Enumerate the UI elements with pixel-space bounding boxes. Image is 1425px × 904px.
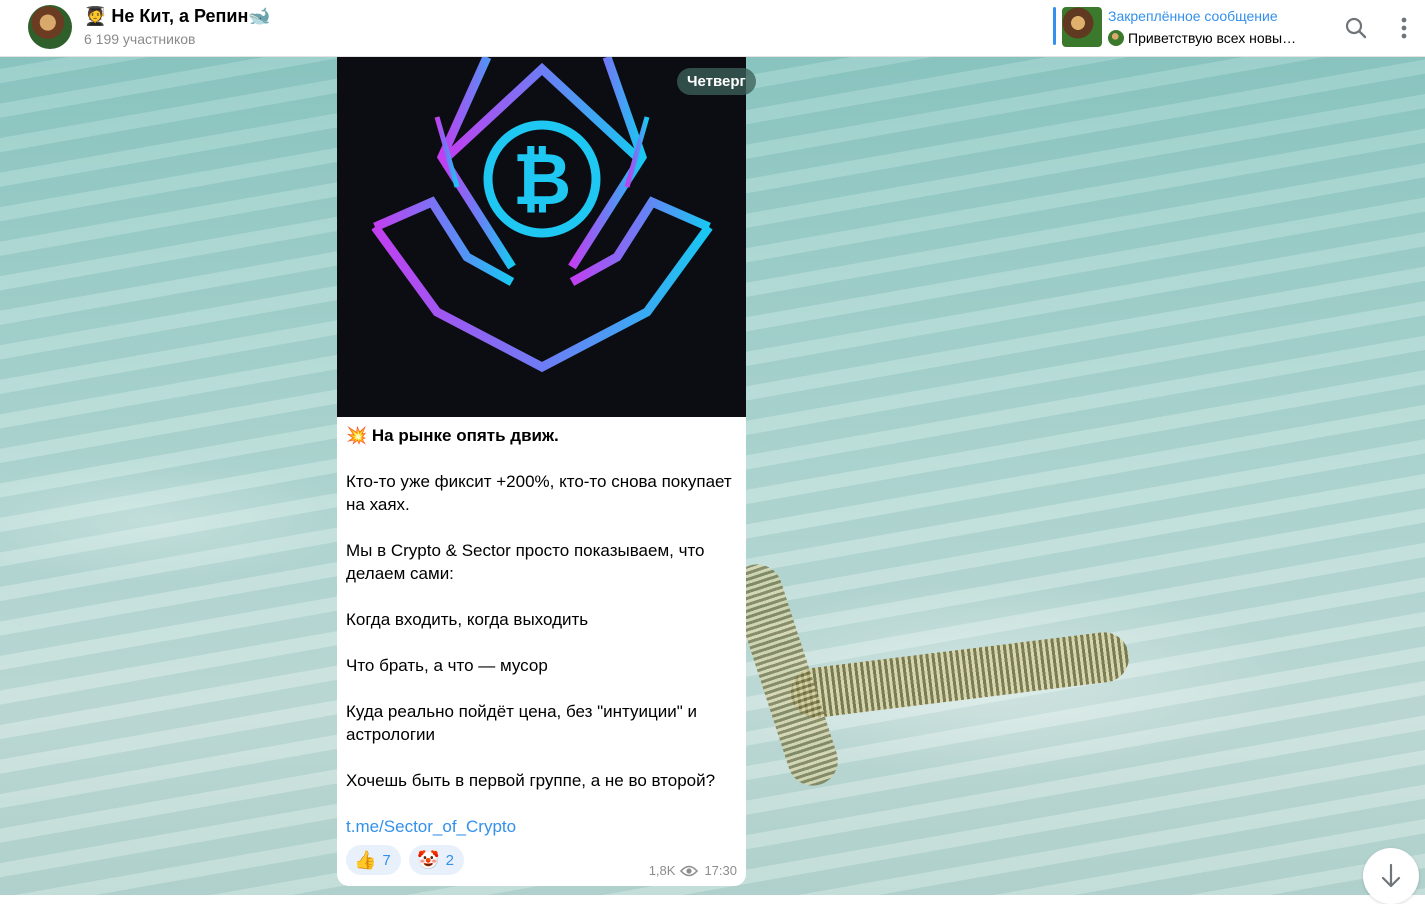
view-count: 1,8K <box>648 863 676 878</box>
reaction-count: 2 <box>445 851 454 869</box>
message-paragraph: Хочешь быть в первой группе, а не во вто… <box>346 771 716 790</box>
more-vertical-icon <box>1401 17 1407 39</box>
message-paragraph: Куда реально пойдёт цена, без "интуиции"… <box>346 702 697 744</box>
message-paragraph: Мы в Crypto & Sector просто показываем, … <box>346 541 705 583</box>
message-time: 17:30 <box>704 863 737 878</box>
message-paragraph: Когда входить, когда выходить <box>346 610 589 629</box>
arrow-down-icon <box>1381 863 1401 888</box>
clown-icon: 🤡 <box>417 849 440 870</box>
search-icon <box>1345 17 1367 39</box>
more-button[interactable] <box>1390 14 1418 42</box>
thumbs-up-icon: 👍 <box>354 849 377 870</box>
message-text: 💥 На рынке опять движ. Кто-то уже фиксит… <box>346 424 741 838</box>
chat-avatar[interactable] <box>28 5 72 49</box>
pinned-thumbnail[interactable] <box>1062 7 1102 47</box>
pinned-title[interactable]: Закреплённое сообщение <box>1108 8 1278 24</box>
scroll-down-button[interactable] <box>1363 848 1419 904</box>
message-link[interactable]: t.me/Sector_of_Crypto <box>346 817 516 836</box>
message-paragraph: Кто-то уже фиксит +200%, кто-то снова по… <box>346 472 732 514</box>
svg-text:₿: ₿ <box>513 137 572 221</box>
chat-title[interactable]: 🧑‍🎓 Не Кит, а Репин🐋 <box>84 6 271 27</box>
message-paragraph: Что брать, а что — мусор <box>346 656 548 675</box>
date-badge: Четверг <box>677 68 756 95</box>
search-button[interactable] <box>1342 14 1370 42</box>
reaction-clown[interactable]: 🤡 2 <box>409 845 464 875</box>
pinned-avatar-icon <box>1108 30 1124 46</box>
message-meta: 1,8K 17:30 <box>649 863 737 878</box>
pinned-preview[interactable]: Приветствую всех новы… <box>1108 30 1296 46</box>
chat-header: 🧑‍🎓 Не Кит, а Репин🐋 6 199 участников За… <box>0 0 1425 57</box>
eye-icon <box>680 865 699 876</box>
reaction-thumbs-up[interactable]: 👍 7 <box>346 845 401 875</box>
boom-icon: 💥 <box>346 426 368 445</box>
pinned-indicator <box>1053 7 1056 45</box>
bitcoin-logo: ₿ <box>371 57 713 373</box>
channel-message[interactable]: ₿ 💥 На рынке опять движ. Кто-то уже фикс… <box>337 57 746 886</box>
message-headline: На рынке опять движ. <box>371 426 559 445</box>
member-count: 6 199 участников <box>84 31 196 47</box>
reactions-bar: 👍 7 🤡 2 <box>346 845 468 875</box>
message-photo[interactable]: ₿ <box>337 57 746 417</box>
pinned-preview-text: Приветствую всех новы… <box>1128 30 1297 46</box>
reaction-count: 7 <box>382 851 391 869</box>
